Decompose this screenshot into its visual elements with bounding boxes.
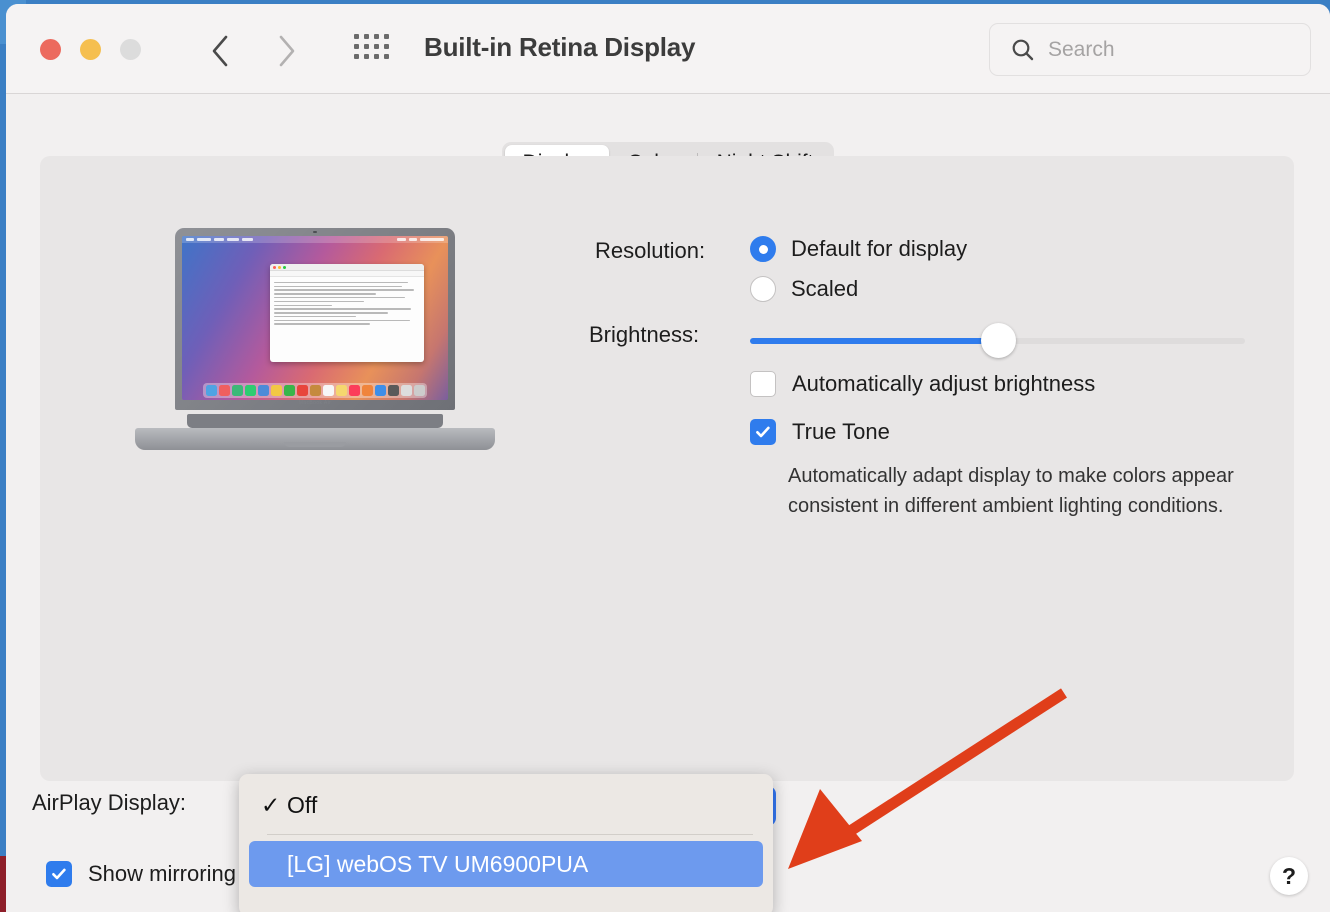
help-button[interactable]: ? (1270, 857, 1308, 895)
checkbox-unchecked-icon (750, 371, 776, 397)
true-tone-description: Automatically adapt display to make colo… (788, 465, 1234, 517)
search-field[interactable]: Search (989, 23, 1311, 76)
resolution-label: Resolution: (595, 238, 706, 263)
display-settings-panel: MacBook Air Resolution: Default for disp… (40, 156, 1294, 781)
radio-selected-icon (750, 236, 776, 262)
brightness-label: Brightness: (589, 322, 700, 347)
search-icon (1010, 37, 1036, 63)
slider-fill (750, 338, 998, 344)
dropdown-item-lg-tv[interactable]: [LG] webOS TV UM6900PUA (249, 841, 763, 887)
checkbox-auto-brightness[interactable]: Automatically adjust brightness (750, 371, 1095, 397)
show-all-grid-icon[interactable] (354, 34, 389, 59)
minimize-button[interactable] (80, 39, 101, 60)
preview-document-window (269, 263, 425, 363)
macbook-model-label: MacBook Air (298, 400, 332, 406)
zoom-button[interactable] (120, 39, 141, 60)
airplay-display-label: AirPlay Display: (32, 790, 187, 815)
radio-scaled[interactable]: Scaled (750, 276, 858, 302)
checkbox-true-tone[interactable]: True Tone (750, 419, 890, 445)
system-preferences-window: Built-in Retina Display Search Display C… (6, 4, 1330, 912)
dropdown-item-lg-tv-label: [LG] webOS TV UM6900PUA (287, 850, 589, 877)
window-titlebar: Built-in Retina Display Search (6, 4, 1330, 94)
checkbox-checked-icon (750, 419, 776, 445)
radio-default-for-display[interactable]: Default for display (750, 236, 967, 262)
search-placeholder: Search (1048, 37, 1115, 61)
forward-chevron-icon[interactable] (272, 29, 300, 73)
close-button[interactable] (40, 39, 61, 60)
radio-unselected-icon (750, 276, 776, 302)
radio-scaled-label: Scaled (791, 276, 859, 301)
brightness-slider[interactable] (750, 323, 1245, 358)
dropdown-separator (267, 834, 753, 835)
back-chevron-icon[interactable] (206, 29, 234, 73)
checkbox-checked-icon (46, 861, 72, 887)
dropdown-item-off[interactable]: ✓ Off (249, 782, 763, 828)
slider-thumb[interactable] (980, 323, 1016, 358)
true-tone-label: True Tone (792, 419, 890, 444)
traffic-light-buttons (40, 39, 141, 60)
navigation-buttons (206, 29, 300, 73)
preview-dock (203, 383, 427, 398)
macbook-preview-image: MacBook Air (135, 228, 495, 458)
auto-brightness-label: Automatically adjust brightness (792, 371, 1096, 396)
airplay-dropdown-menu: ✓ Off [LG] webOS TV UM6900PUA (239, 774, 773, 912)
dropdown-item-off-label: Off (287, 791, 318, 818)
radio-default-label: Default for display (791, 236, 968, 261)
checkmark-icon: ✓ (261, 791, 281, 818)
page-title: Built-in Retina Display (424, 32, 696, 62)
